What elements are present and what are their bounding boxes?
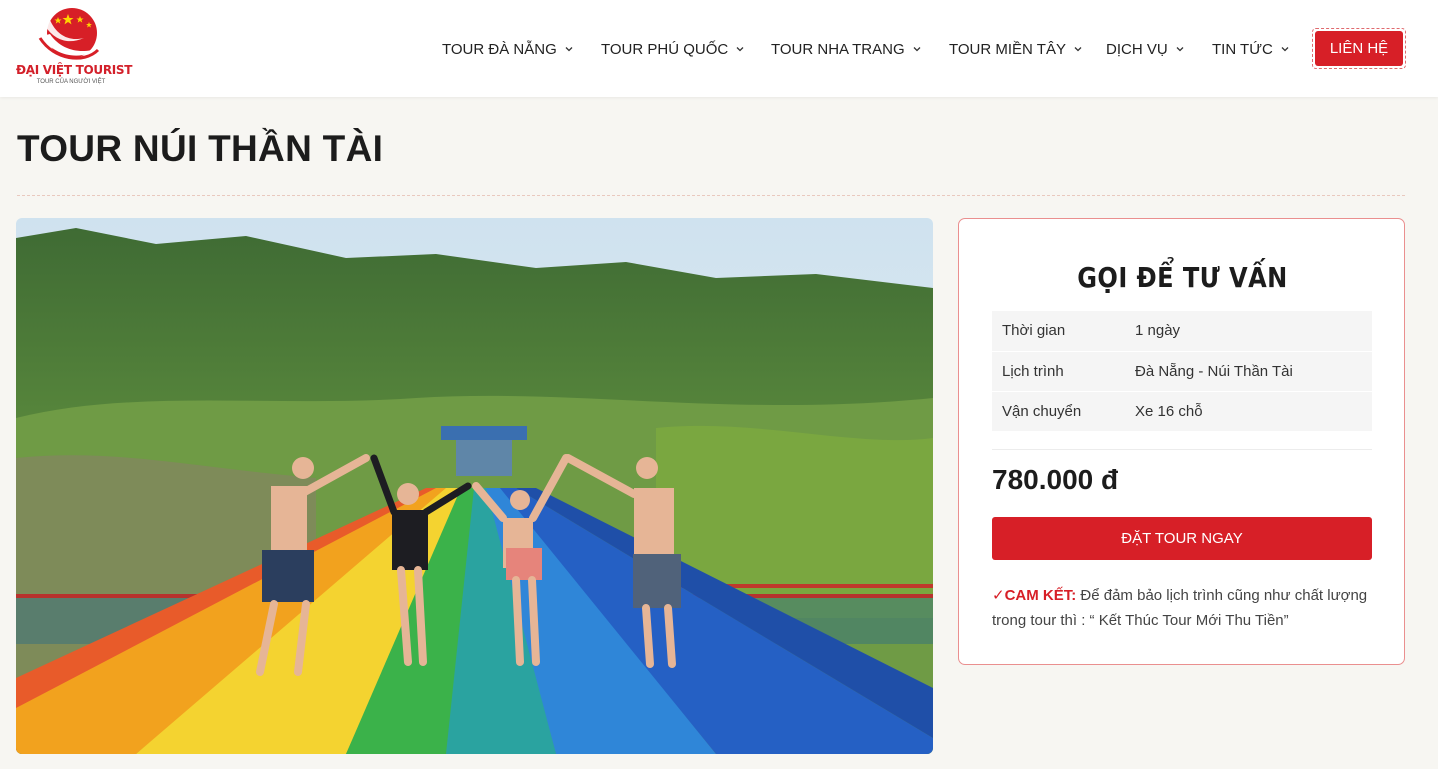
row-label: Thời gian <box>992 311 1125 352</box>
commitment-note: ✓CAM KẾT: Để đảm bảo lịch trình cũng như… <box>992 583 1376 633</box>
tour-price: 780.000 đ <box>992 464 1119 495</box>
row-value: Xe 16 chỗ <box>1125 391 1372 432</box>
contact-button-label: LIÊN HỆ <box>1315 31 1403 66</box>
nav-item-tour-da-nang[interactable]: TOUR ĐÀ NẴNG <box>442 38 574 60</box>
contact-button[interactable]: LIÊN HỆ <box>1312 28 1406 69</box>
row-value: 1 ngày <box>1125 311 1372 352</box>
nav-item-dich-vu[interactable]: DỊCH VỤ <box>1106 38 1185 60</box>
table-row: Thời gian 1 ngày <box>992 311 1372 352</box>
logo-emblem-icon <box>38 8 100 60</box>
row-value: Đà Nẵng - Núi Thần Tài <box>1125 351 1372 392</box>
nav-item-label: TOUR PHÚ QUỐC <box>601 40 729 58</box>
nav-item-label: TOUR NHA TRANG <box>771 40 905 58</box>
chevron-down-icon <box>913 47 921 52</box>
nav-item-tour-phu-quoc[interactable]: TOUR PHÚ QUỐC <box>601 38 745 60</box>
row-label: Lịch trình <box>992 351 1125 392</box>
tour-info-card: GỌI ĐỂ TƯ VẤN Thời gian 1 ngày Lịch trìn… <box>958 218 1405 665</box>
table-row: Lịch trình Đà Nẵng - Núi Thần Tài <box>992 351 1372 392</box>
brand-tagline: TOUR CỦA NGƯỜI VIỆT <box>36 79 106 85</box>
nav-item-tour-mien-tay[interactable]: TOUR MIỀN TÂY <box>949 38 1083 60</box>
nav-item-label: TOUR MIỀN TÂY <box>949 40 1066 58</box>
site-header: ĐẠI VIỆT TOURIST TOUR CỦA NGƯỜI VIỆT TOU… <box>0 0 1438 97</box>
chevron-down-icon <box>1176 47 1184 52</box>
book-tour-button[interactable]: ĐẶT TOUR NGAY <box>992 517 1372 560</box>
commitment-label: ✓CAM KẾT: <box>992 587 1077 604</box>
nav-item-label: DỊCH VỤ <box>1106 40 1168 58</box>
title-divider <box>17 195 1405 196</box>
nav-item-label: TOUR ĐÀ NẴNG <box>442 40 557 58</box>
tour-info-table: Thời gian 1 ngày Lịch trình Đà Nẵng - Nú… <box>992 311 1372 432</box>
table-row: Vận chuyển Xe 16 chỗ <box>992 391 1372 432</box>
nav-item-tin-tuc[interactable]: TIN TỨC <box>1212 38 1290 60</box>
chevron-down-icon <box>736 47 744 52</box>
card-title: GỌI ĐỂ TƯ VẤN <box>1077 261 1288 294</box>
chevron-down-icon <box>565 47 573 52</box>
nav-item-label: TIN TỨC <box>1212 40 1273 58</box>
page-title: TOUR NÚI THẦN TÀI <box>17 128 384 169</box>
brand-name: ĐẠI VIỆT TOURIST <box>16 63 133 77</box>
chevron-down-icon <box>1281 47 1289 52</box>
site-logo[interactable]: ĐẠI VIỆT TOURIST TOUR CỦA NGƯỜI VIỆT <box>14 8 133 90</box>
nav-item-tour-nha-trang[interactable]: TOUR NHA TRANG <box>771 38 922 60</box>
chevron-down-icon <box>1074 47 1082 52</box>
tour-photo <box>16 218 933 754</box>
card-divider <box>992 449 1372 450</box>
row-label: Vận chuyển <box>992 391 1125 432</box>
